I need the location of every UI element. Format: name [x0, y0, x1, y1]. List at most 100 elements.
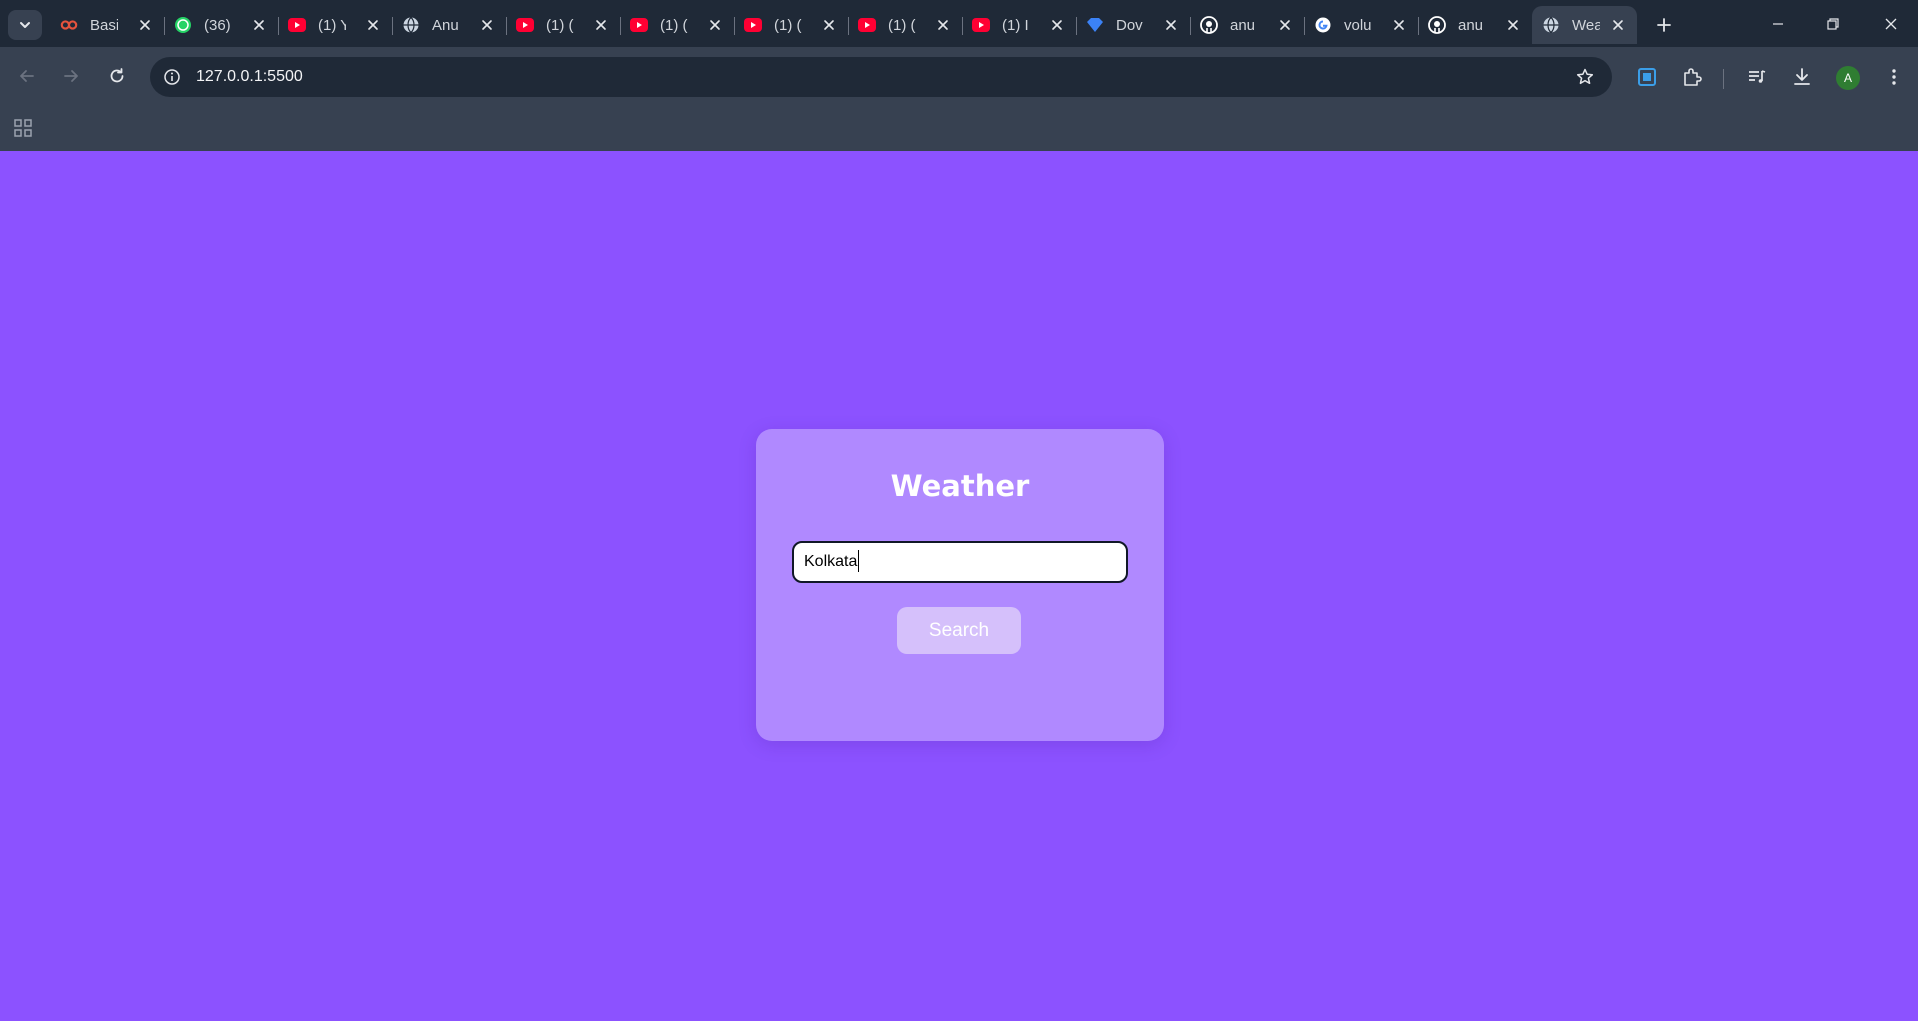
kebab-menu-icon: [1892, 69, 1896, 85]
arrow-left-icon: [20, 70, 34, 82]
tab-close-button[interactable]: [1609, 16, 1627, 34]
search-button[interactable]: Search: [897, 607, 1021, 654]
tab-title: (1) (: [546, 16, 574, 34]
tab-close-button[interactable]: [364, 16, 382, 34]
screen-capture-button[interactable]: [1634, 64, 1660, 90]
tab-close-button[interactable]: [136, 16, 154, 34]
address-bar[interactable]: 127.0.0.1:5500: [150, 57, 1612, 97]
arrow-right-icon: [64, 70, 78, 82]
extensions-button[interactable]: [1679, 64, 1705, 90]
browser-menu-button[interactable]: [1881, 64, 1907, 90]
github-icon: [1428, 16, 1446, 34]
close-icon: [596, 20, 606, 30]
infinity-icon: [60, 16, 78, 34]
close-icon: [824, 20, 834, 30]
close-window-button[interactable]: [1871, 10, 1911, 38]
youtube-icon: [744, 16, 762, 34]
tab-title: Dov: [1116, 16, 1143, 34]
tab-list: Basi (36) (1) Y Anu (1) ((1) ((1) ((1) ((1) …: [50, 6, 1637, 44]
city-input[interactable]: [792, 541, 1128, 583]
tab[interactable]: (1) (: [620, 6, 734, 44]
tab-close-button[interactable]: [250, 16, 268, 34]
tab-close-button[interactable]: [1048, 16, 1066, 34]
tab[interactable]: Dov: [1076, 6, 1190, 44]
tab[interactable]: (1) (: [734, 6, 848, 44]
tab[interactable]: anu: [1190, 6, 1304, 44]
close-icon: [1394, 20, 1404, 30]
tab-title: (36): [204, 16, 231, 34]
tab-title: (1) (: [774, 16, 802, 34]
tab-close-button[interactable]: [478, 16, 496, 34]
globe-icon: [402, 16, 420, 34]
weather-card: Weather Search: [756, 429, 1164, 741]
downloads-button[interactable]: [1789, 64, 1815, 90]
tab-search-button[interactable]: [8, 10, 42, 40]
restore-button[interactable]: [1813, 10, 1853, 38]
forward-button[interactable]: [56, 61, 86, 91]
tab[interactable]: (1) (: [506, 6, 620, 44]
new-tab-button[interactable]: [1652, 13, 1676, 37]
youtube-icon: [288, 16, 306, 34]
minimize-button[interactable]: [1758, 10, 1798, 38]
tab[interactable]: (1) I: [962, 6, 1076, 44]
google-icon: [1314, 16, 1332, 34]
close-icon: [938, 20, 948, 30]
close-icon: [482, 20, 492, 30]
restore-icon: [1827, 18, 1839, 30]
reload-button[interactable]: [102, 61, 132, 91]
puzzle-icon: [1684, 68, 1702, 86]
star-icon: [1576, 68, 1594, 85]
tab[interactable]: anu: [1418, 6, 1532, 44]
app-title: Weather: [890, 469, 1030, 503]
tab-title: Basi: [90, 16, 118, 34]
tab-title: anu: [1458, 16, 1484, 34]
tab[interactable]: (1) Y: [278, 6, 392, 44]
close-icon: [368, 20, 378, 30]
minimize-icon: [1773, 23, 1783, 25]
youtube-icon: [972, 16, 990, 34]
info-icon: [164, 69, 180, 85]
bookmark-star-button[interactable]: [1574, 66, 1596, 88]
text-cursor: [858, 550, 859, 572]
tab[interactable]: Basi: [50, 6, 164, 44]
screen-capture-icon: [1638, 68, 1656, 86]
close-icon: [1613, 20, 1623, 30]
tab-title: Anu: [432, 16, 459, 34]
tab[interactable]: volu: [1304, 6, 1418, 44]
page-viewport: Weather Search: [0, 151, 1918, 1021]
close-icon: [1885, 18, 1897, 30]
close-icon: [1280, 20, 1290, 30]
tab-close-button[interactable]: [706, 16, 724, 34]
site-info-button[interactable]: [160, 65, 184, 89]
tab[interactable]: (1) (: [848, 6, 962, 44]
close-icon: [1166, 20, 1176, 30]
tab-title: (1) (: [660, 16, 688, 34]
youtube-icon: [858, 16, 876, 34]
tab-title: Wea: [1572, 16, 1600, 34]
profile-avatar[interactable]: A: [1836, 66, 1860, 90]
url-text[interactable]: 127.0.0.1:5500: [196, 68, 303, 86]
tab-close-button[interactable]: [1276, 16, 1294, 34]
reload-icon: [110, 68, 124, 83]
youtube-icon: [516, 16, 534, 34]
tab-active[interactable]: Wea: [1532, 6, 1637, 44]
tab-close-button[interactable]: [1390, 16, 1408, 34]
media-controls-button[interactable]: [1744, 64, 1770, 90]
chevron-down-icon: [20, 22, 30, 28]
close-icon: [1508, 20, 1518, 30]
tab-close-button[interactable]: [934, 16, 952, 34]
tab-close-button[interactable]: [820, 16, 838, 34]
github-icon: [1200, 16, 1218, 34]
tab-close-button[interactable]: [1504, 16, 1522, 34]
back-button[interactable]: [12, 61, 42, 91]
tab-close-button[interactable]: [592, 16, 610, 34]
tab[interactable]: (36): [164, 6, 278, 44]
tab-title: volu: [1344, 16, 1372, 34]
apps-button[interactable]: [12, 117, 34, 139]
tab[interactable]: Anu: [392, 6, 506, 44]
toolbar-separator: [1723, 69, 1724, 89]
tab-close-button[interactable]: [1162, 16, 1180, 34]
download-icon: [1794, 68, 1810, 85]
close-icon: [140, 20, 150, 30]
music-list-icon: [1749, 70, 1766, 83]
